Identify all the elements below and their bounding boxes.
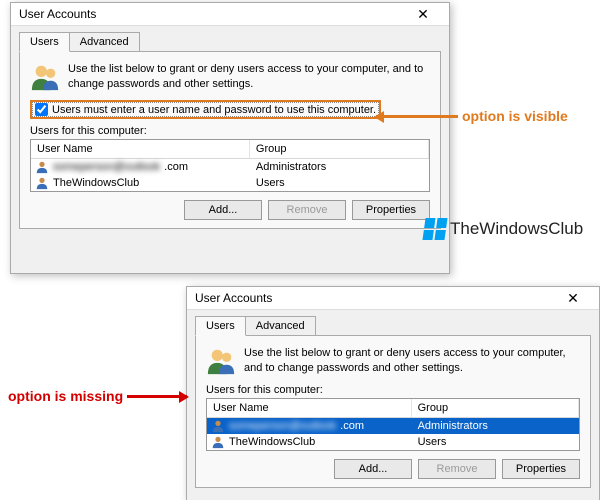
remove-button[interactable]: Remove: [268, 200, 346, 220]
tabstrip: Users Advanced: [187, 310, 599, 336]
arrow-icon: [127, 395, 187, 398]
user-icon: [211, 419, 225, 433]
annotation-missing: option is missing: [8, 388, 187, 404]
tab-users[interactable]: Users: [195, 316, 246, 336]
tab-pane-users: Use the list below to grant or deny user…: [195, 335, 591, 488]
list-item[interactable]: TheWindowsClub Users: [31, 175, 429, 191]
username-redacted: someperson@outlook: [229, 420, 336, 432]
col-username[interactable]: User Name: [207, 399, 412, 417]
tab-pane-users: Use the list below to grant or deny user…: [19, 51, 441, 229]
col-group[interactable]: Group: [250, 140, 429, 158]
arrow-icon: [376, 115, 458, 118]
col-username[interactable]: User Name: [31, 140, 250, 158]
annotation-visible: option is visible: [376, 108, 568, 124]
users-for-computer-label: Users for this computer:: [206, 384, 580, 396]
user-icon: [211, 435, 225, 449]
close-icon[interactable]: ✕: [405, 7, 441, 21]
user-icon: [35, 160, 49, 174]
titlebar: User Accounts ✕: [11, 3, 449, 26]
properties-button[interactable]: Properties: [502, 459, 580, 479]
window-title: User Accounts: [195, 291, 272, 305]
require-password-checkbox[interactable]: [35, 103, 48, 116]
require-password-label: Users must enter a user name and passwor…: [52, 104, 376, 116]
intro-text: Use the list below to grant or deny user…: [68, 62, 430, 92]
listview-header: User Name Group: [207, 399, 579, 418]
list-item[interactable]: someperson@outlook.com Administrators: [207, 418, 579, 434]
close-icon[interactable]: ✕: [555, 291, 591, 305]
windows-logo-icon: [422, 218, 447, 240]
listview-header: User Name Group: [31, 140, 429, 159]
tab-advanced[interactable]: Advanced: [69, 32, 140, 52]
watermark: TheWindowsClub: [424, 218, 583, 240]
user-accounts-dialog-2: User Accounts ✕ Users Advanced Use the l…: [186, 286, 600, 500]
remove-button[interactable]: Remove: [418, 459, 496, 479]
users-listview[interactable]: User Name Group someperson@outlook.com A…: [206, 398, 580, 451]
username-redacted: someperson@outlook: [53, 161, 160, 173]
users-for-computer-label: Users for this computer:: [30, 125, 430, 137]
intro-text: Use the list below to grant or deny user…: [244, 346, 580, 376]
col-group[interactable]: Group: [412, 399, 579, 417]
tab-advanced[interactable]: Advanced: [245, 316, 316, 336]
tabstrip: Users Advanced: [11, 26, 449, 52]
users-listview[interactable]: User Name Group someperson@outlook.com A…: [30, 139, 430, 192]
add-button[interactable]: Add...: [334, 459, 412, 479]
user-icon: [35, 176, 49, 190]
tab-users[interactable]: Users: [19, 32, 70, 52]
titlebar: User Accounts ✕: [187, 287, 599, 310]
require-password-checkbox-row[interactable]: Users must enter a user name and passwor…: [30, 100, 381, 119]
users-icon: [206, 346, 236, 376]
users-icon: [30, 62, 60, 92]
add-button[interactable]: Add...: [184, 200, 262, 220]
properties-button[interactable]: Properties: [352, 200, 430, 220]
window-title: User Accounts: [19, 7, 96, 21]
user-accounts-dialog-1: User Accounts ✕ Users Advanced Use the l…: [10, 2, 450, 274]
list-item[interactable]: someperson@outlook.com Administrators: [31, 159, 429, 175]
list-item[interactable]: TheWindowsClub Users: [207, 434, 579, 450]
